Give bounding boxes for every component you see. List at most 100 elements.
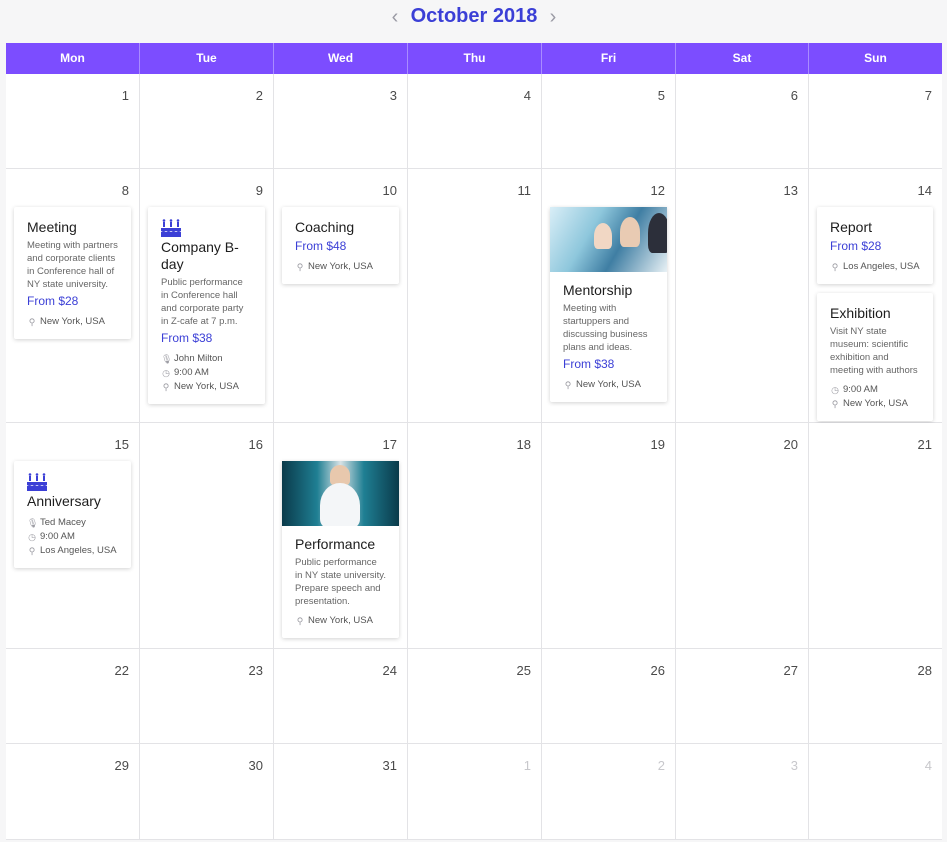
event-card[interactable]: Coaching From $48 ⚲ New York, USA [282,207,399,284]
day-cell[interactable]: 23 [140,649,274,744]
chevron-right-icon[interactable]: › [544,6,562,28]
day-cell[interactable]: 22 [6,649,140,744]
day-number: 11 [517,183,532,198]
day-number: 19 [650,437,665,452]
day-cell[interactable]: 9 Company B-day Public performance in Conf… [140,169,274,423]
event-card[interactable]: Company B-day Public performance in Confe… [148,207,265,404]
event-title: Company B-day [161,239,239,272]
map-pin-text: Los Angeles, USA [40,545,117,556]
cake-icon [27,473,118,493]
day-number: 1 [523,758,531,773]
event-title: Mentorship [563,282,633,298]
event-title: Anniversary [27,493,101,509]
day-cell[interactable]: 25 [408,649,542,744]
calendar-header: ‹ October 2018 › [0,0,947,36]
map-pin-meta: ⚲ New York, USA [830,397,920,411]
day-number: 31 [382,758,397,773]
clock-text: 9:00 AM [843,384,878,395]
day-cell[interactable]: 31 [274,744,408,840]
chevron-left-icon[interactable]: ‹ [386,6,404,28]
day-number: 10 [382,183,397,198]
day-number: 16 [248,437,263,452]
event-card[interactable]: Exhibition Visit NY state museum: scienti… [817,293,933,421]
day-cell[interactable]: 13 [676,169,809,423]
event-title: Meeting [27,219,77,235]
event-photo [550,207,667,272]
event-card[interactable]: Meeting Meeting with partners and corpora… [14,207,131,339]
map-pin-text: New York, USA [40,316,105,327]
day-cell[interactable]: 6 [676,74,809,169]
day-number: 25 [516,663,531,678]
day-number: 15 [114,437,129,452]
day-cell[interactable]: 3 [676,744,809,840]
day-cell[interactable]: 27 [676,649,809,744]
event-card[interactable]: Anniversary 🎙 Ted Macey ◷ 9:00 AM ⚲ Los Angele… [14,461,131,568]
day-cell[interactable]: 19 [542,423,676,649]
clock-icon: ◷ [831,385,839,395]
event-title: Exhibition [830,305,891,321]
day-number: 30 [248,758,263,773]
event-price: From $28 [27,294,79,308]
calendar-grid: Mon Tue Wed Thu Fri Sat Sun 1 2 3 4 5 6 7 8 Meeting Mee… [6,43,942,840]
day-cell[interactable]: 15 Anniversary 🎙 Ted Macey ◷ 9:00 AM ⚲ Los Ange… [6,423,140,649]
day-cell[interactable]: 10 Coaching From $48 ⚲ New York, USA [274,169,408,423]
clock-icon: ◷ [28,532,36,542]
map-pin-icon: ⚲ [162,382,170,392]
event-card[interactable]: Mentorship Meeting with startuppers and d… [550,207,667,402]
map-pin-icon: ⚲ [831,262,839,272]
day-cell[interactable]: 1 [6,74,140,169]
day-cell[interactable]: 17 Performance Public performance in NY st… [274,423,408,649]
day-number: 20 [783,437,798,452]
microphone-icon: 🎙 [27,518,39,528]
day-number: 28 [917,663,932,678]
person-figure [320,483,360,526]
event-card[interactable]: Report From $28 ⚲ Los Angeles, USA [817,207,933,284]
day-cell[interactable]: 3 [274,74,408,169]
map-pin-text: New York, USA [308,261,373,272]
event-price: From $48 [295,239,347,253]
day-cell[interactable]: 21 [809,423,942,649]
day-cell[interactable]: 30 [140,744,274,840]
weekday-label-mon: Mon [6,43,140,74]
day-cell[interactable]: 2 [140,74,274,169]
month-title: October 2018 [410,5,538,27]
weekday-label-tue: Tue [140,43,274,74]
day-number: 18 [516,437,531,452]
day-cell[interactable]: 26 [542,649,676,744]
day-cell[interactable]: 29 [6,744,140,840]
day-number: 3 [389,88,397,103]
cake-icon [161,219,252,239]
event-price: From $38 [563,357,615,371]
day-cell[interactable]: 18 [408,423,542,649]
microphone-icon: 🎙 [161,354,173,364]
day-number: 3 [790,758,798,773]
day-cell[interactable]: 14 Report From $28 ⚲ Los Angeles, USA Exhibit… [809,169,942,423]
day-cell[interactable]: 11 [408,169,542,423]
event-title: Performance [295,536,376,552]
day-cell[interactable]: 28 [809,649,942,744]
clock-text: 9:00 AM [174,367,209,378]
day-cell[interactable]: 12 Mentorship Meeting with startuppers and… [542,169,676,423]
clock-meta: ◷ 9:00 AM [161,366,252,380]
day-cell[interactable]: 20 [676,423,809,649]
day-cell[interactable]: 2 [542,744,676,840]
event-card[interactable]: Performance Public performance in NY stat… [282,461,399,638]
map-pin-meta: ⚲ New York, USA [161,380,252,394]
event-photo [282,461,399,526]
day-number: 4 [523,88,531,103]
event-description: Public performance in Conference hall an… [161,277,244,327]
map-pin-icon: ⚲ [564,380,572,390]
day-number: 26 [650,663,665,678]
day-number: 8 [121,183,129,198]
day-cell[interactable]: 7 [809,74,942,169]
day-cell[interactable]: 8 Meeting Meeting with partners and corpor… [6,169,140,423]
day-cell[interactable]: 1 [408,744,542,840]
day-cell[interactable]: 5 [542,74,676,169]
day-cell[interactable]: 4 [809,744,942,840]
event-title: Report [830,219,873,235]
day-cell[interactable]: 16 [140,423,274,649]
day-number: 22 [114,663,129,678]
map-pin-text: Los Angeles, USA [843,261,920,272]
day-cell[interactable]: 4 [408,74,542,169]
day-cell[interactable]: 24 [274,649,408,744]
